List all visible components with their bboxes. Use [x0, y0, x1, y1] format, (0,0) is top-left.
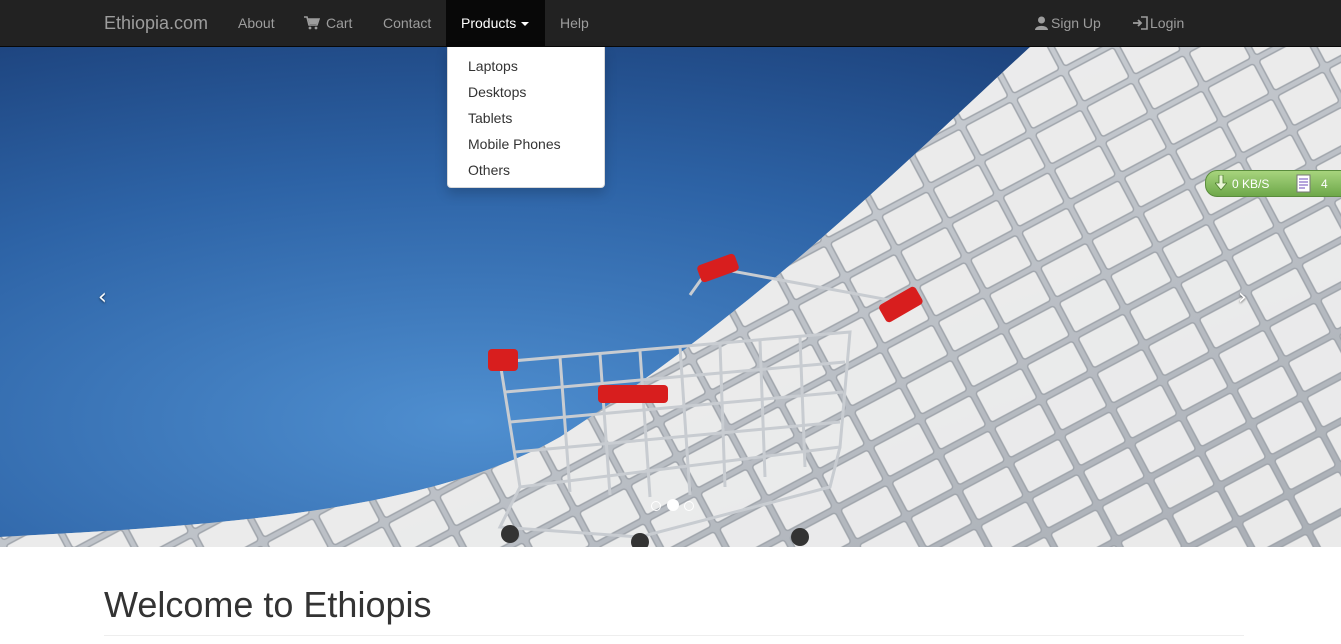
nav-login-link[interactable]: Login — [1133, 0, 1184, 46]
products-dropdown-menu: Laptops Desktops Tablets Mobile Phones O… — [447, 47, 605, 188]
download-speed-widget[interactable]: 0 KB/S 4 — [1205, 170, 1341, 197]
carousel-next-button[interactable]: › — [1238, 285, 1247, 310]
navbar: Ethiopia.com About Cart Contact Products… — [0, 0, 1341, 47]
nav-cart-label: Cart — [326, 15, 353, 31]
cart-icon — [304, 16, 320, 30]
brand-link[interactable]: Ethiopia.com — [104, 0, 208, 46]
download-speed-value: 0 KB/S — [1232, 177, 1270, 191]
nav-signup-label: Sign Up — [1051, 15, 1101, 31]
dropdown-item-others[interactable]: Others — [448, 157, 604, 183]
carousel-prev-button[interactable]: ‹ — [98, 285, 107, 310]
nav-products-label: Products — [461, 15, 517, 31]
nav-cart-link[interactable]: Cart — [304, 0, 352, 46]
carousel-indicator-1[interactable] — [651, 501, 661, 511]
caret-down-icon — [521, 22, 530, 27]
nav-help-link[interactable]: Help — [560, 0, 589, 46]
task-list-icon — [1296, 174, 1311, 193]
carousel-indicator-2[interactable] — [667, 499, 679, 511]
nav-signup-link[interactable]: Sign Up — [1035, 0, 1101, 46]
heading-divider — [104, 635, 1244, 636]
page-heading: Welcome to Ethiopis — [104, 584, 432, 625]
nav-about-link[interactable]: About — [238, 0, 275, 46]
dropdown-item-laptops[interactable]: Laptops — [448, 53, 604, 79]
dropdown-item-tablets[interactable]: Tablets — [448, 105, 604, 131]
dropdown-item-desktops[interactable]: Desktops — [448, 79, 604, 105]
login-icon — [1133, 16, 1148, 30]
nav-login-label: Login — [1150, 15, 1185, 31]
nav-products-dropdown[interactable]: Products — [446, 0, 545, 46]
dropdown-item-mobile-phones[interactable]: Mobile Phones — [448, 131, 604, 157]
nav-contact-link[interactable]: Contact — [383, 0, 431, 46]
download-task-count: 4 — [1321, 177, 1328, 191]
download-arrow-icon — [1215, 175, 1227, 191]
carousel-indicator-3[interactable] — [684, 501, 694, 511]
carousel-slide-image — [0, 47, 1341, 547]
hero-carousel: ‹ › — [0, 47, 1341, 547]
user-icon — [1035, 16, 1048, 30]
